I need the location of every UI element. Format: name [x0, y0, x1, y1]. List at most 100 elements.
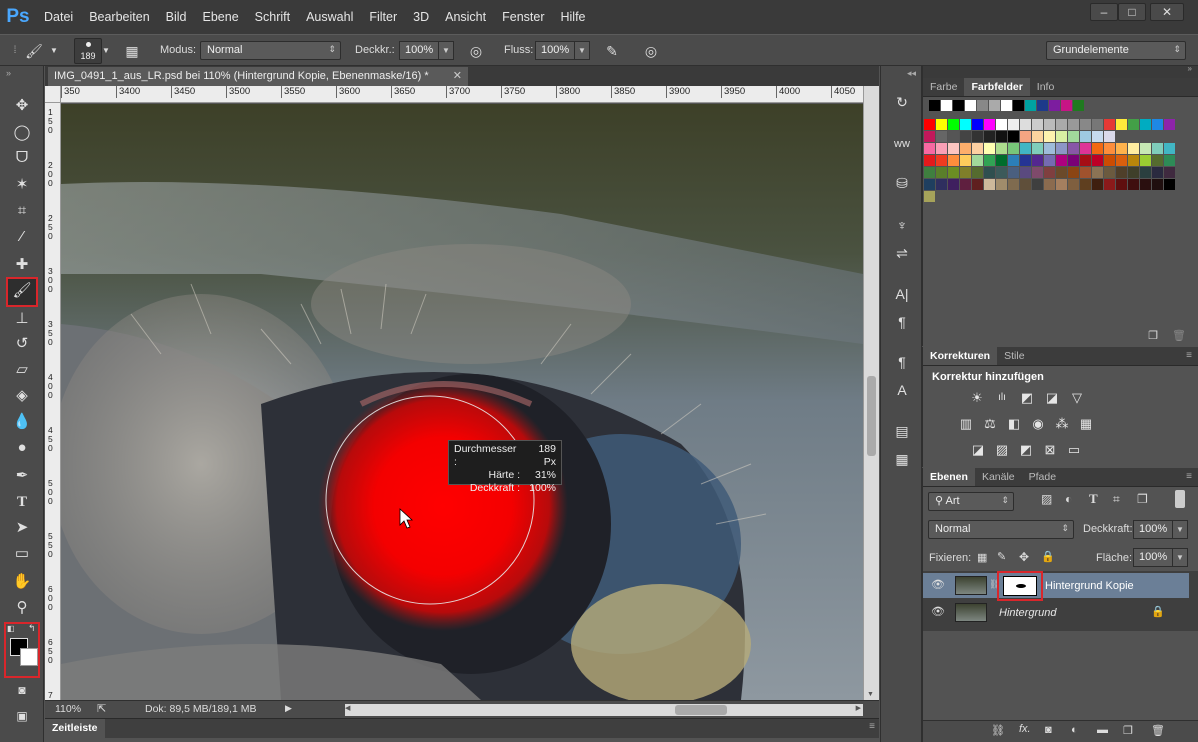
swatch[interactable] [1152, 143, 1163, 154]
screen-mode-icon[interactable]: ▣ [8, 704, 36, 728]
swatch[interactable] [1025, 100, 1036, 111]
brush-panel-icon[interactable]: ⇌ [891, 242, 913, 264]
swatch[interactable] [1020, 131, 1031, 142]
swatch[interactable] [1044, 155, 1055, 166]
swatch[interactable] [1128, 143, 1139, 154]
swatch[interactable] [1104, 179, 1115, 190]
layer-name[interactable]: Hintergrund [999, 607, 1056, 619]
swatch[interactable] [1092, 143, 1103, 154]
swatch[interactable] [1020, 167, 1031, 178]
modus-dropdown[interactable]: Normal ⇕ [200, 41, 341, 60]
swatch[interactable] [1128, 119, 1139, 130]
swatch[interactable] [1104, 143, 1115, 154]
swatch[interactable] [1068, 167, 1079, 178]
swatch[interactable] [936, 167, 947, 178]
history-panel-icon[interactable]: ↻ [891, 91, 913, 113]
zoom-level[interactable]: 110% [55, 703, 81, 715]
swatch[interactable] [1104, 131, 1115, 142]
layer-mask-thumbnail[interactable] [997, 571, 1043, 601]
menu-bild[interactable]: Bild [158, 0, 195, 34]
stamp-tool-icon[interactable]: ⊥ [8, 307, 36, 331]
swatch[interactable] [1140, 143, 1151, 154]
swatch[interactable] [924, 143, 935, 154]
swatch[interactable] [1008, 143, 1019, 154]
swatch[interactable] [1152, 179, 1163, 190]
delete-layer-icon[interactable]: 🗑 [1151, 724, 1165, 737]
expand-toolbox-icon[interactable]: » [6, 68, 11, 78]
tab-farbe[interactable]: Farbe [923, 78, 964, 96]
curves-icon[interactable]: ◩ [1017, 389, 1037, 407]
delete-swatch-icon[interactable]: 🗑 [1172, 329, 1186, 342]
close-window-button[interactable]: ✕ [1150, 3, 1184, 21]
link-layers-icon[interactable]: ⛓ [991, 724, 1005, 737]
swatch[interactable] [936, 143, 947, 154]
blur-tool-icon[interactable]: 💧 [8, 410, 36, 434]
collapse-icon[interactable]: ◂◂ [907, 68, 916, 79]
opacity-input[interactable]: 100% [1133, 520, 1173, 539]
swatch[interactable] [960, 143, 971, 154]
tab-pfade[interactable]: Pfade [1022, 468, 1063, 486]
swatch[interactable] [1128, 167, 1139, 178]
menu-datei[interactable]: Datei [36, 0, 81, 34]
swatch[interactable] [1152, 119, 1163, 130]
swatch[interactable] [1104, 119, 1115, 130]
swatch[interactable] [924, 131, 935, 142]
swatch[interactable] [1140, 167, 1151, 178]
minimize-button[interactable]: – [1090, 3, 1118, 21]
swatch[interactable] [948, 179, 959, 190]
pressure-opacity-icon[interactable]: ◎ [466, 41, 486, 61]
swatch[interactable] [948, 119, 959, 130]
tab-stile[interactable]: Stile [997, 347, 1031, 365]
tool-preset-arrow-icon[interactable]: ▼ [48, 41, 60, 61]
invert-icon[interactable]: ◪ [968, 441, 988, 459]
swatch[interactable] [1068, 143, 1079, 154]
menu-auswahl[interactable]: Auswahl [298, 0, 361, 34]
levels-icon[interactable]: ılı [992, 389, 1012, 407]
swatch[interactable] [1044, 119, 1055, 130]
swap-colors-icon[interactable]: ↰ [28, 623, 36, 634]
swatch[interactable] [1104, 167, 1115, 178]
swatch[interactable] [1164, 179, 1175, 190]
type-tool-icon[interactable]: T [8, 490, 36, 514]
close-tab-icon[interactable]: ✕ [453, 67, 462, 86]
menu-filter[interactable]: Filter [361, 0, 405, 34]
swatch[interactable] [960, 179, 971, 190]
path-selection-tool-icon[interactable]: ➤ [8, 516, 36, 540]
move-tool-icon[interactable]: ✥ [8, 94, 36, 118]
visibility-eye-icon[interactable]: 👁 [931, 578, 945, 591]
swatch[interactable] [960, 167, 971, 178]
swatch[interactable] [984, 179, 995, 190]
gradient-map-icon[interactable]: ▭ [1064, 441, 1084, 459]
layer-filter-dropdown[interactable]: ⚲ Art ⇕ [928, 492, 1014, 511]
swatch[interactable] [1092, 155, 1103, 166]
filter-adjustment-icon[interactable]: ◐ [1065, 492, 1072, 506]
fill-input[interactable]: 100% [1133, 548, 1173, 567]
history-brush-tool-icon[interactable]: ↺ [8, 332, 36, 356]
swatch[interactable] [1044, 131, 1055, 142]
swatch[interactable] [953, 100, 964, 111]
swatch[interactable] [1056, 167, 1067, 178]
swatch[interactable] [1008, 167, 1019, 178]
filter-toggle[interactable] [1175, 490, 1185, 508]
layer-name[interactable]: Hintergrund Kopie [1045, 580, 1134, 592]
blend-mode-dropdown[interactable]: Normal ⇕ [928, 520, 1074, 539]
swatch[interactable] [1092, 179, 1103, 190]
fluss-input[interactable]: 100% [535, 41, 575, 60]
timeline-tab[interactable]: Zeitleiste [45, 719, 105, 738]
shape-tool-icon[interactable]: ▭ [8, 542, 36, 566]
swatch[interactable] [1008, 119, 1019, 130]
swatch[interactable] [941, 100, 952, 111]
vertical-scrollbar[interactable]: ▼ [863, 86, 879, 700]
new-swatch-icon[interactable]: ❐ [1148, 329, 1158, 342]
zoom-tool-icon[interactable]: ⚲ [8, 596, 36, 620]
layer-thumbnail[interactable] [955, 603, 987, 622]
tab-info[interactable]: Info [1030, 78, 1062, 96]
swatch[interactable] [1068, 131, 1079, 142]
visibility-eye-icon[interactable]: 👁 [931, 605, 945, 618]
menu-ebene[interactable]: Ebene [195, 0, 247, 34]
swatch[interactable] [1032, 167, 1043, 178]
selective-color-icon[interactable]: ⊠ [1040, 441, 1060, 459]
horizontal-scroll-thumb[interactable] [675, 705, 727, 715]
new-group-icon[interactable]: ▬ [1097, 724, 1108, 736]
swatch[interactable] [1080, 131, 1091, 142]
